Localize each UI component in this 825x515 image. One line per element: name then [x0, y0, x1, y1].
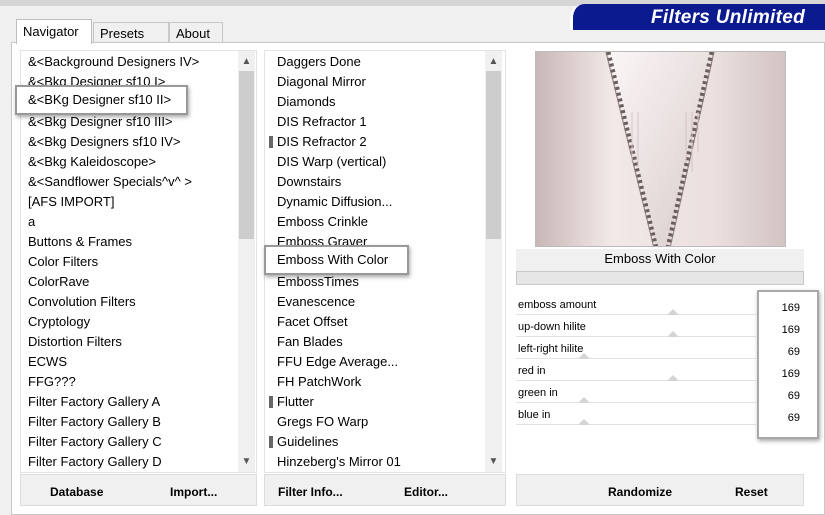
slider-track[interactable]	[516, 336, 756, 337]
category-list-item[interactable]: Filter Factory Gallery B	[28, 412, 161, 432]
reset-button[interactable]: Reset	[735, 485, 768, 499]
filter-list-item[interactable]: Evanescence	[277, 292, 355, 312]
scroll-up-icon[interactable]: ▲	[485, 53, 502, 70]
category-list-item[interactable]: FFG???	[28, 372, 76, 392]
filter-list-item[interactable]: DIS Warp (vertical)	[277, 152, 386, 172]
category-scroll-thumb[interactable]	[239, 71, 254, 239]
slider-knob-icon[interactable]	[667, 309, 679, 315]
parameter-label: red in	[518, 365, 546, 377]
editor-button[interactable]: Editor...	[404, 485, 448, 499]
brand-title: Filters Unlimited	[651, 7, 805, 28]
parameter-slider[interactable]: left-right hilite	[516, 341, 756, 363]
filter-list-item[interactable]: Facet Offset	[277, 312, 348, 332]
filter-info-button[interactable]: Filter Info...	[278, 485, 343, 499]
tab-about[interactable]: About	[169, 22, 223, 43]
filter-list-item[interactable]: Fan Blades	[277, 332, 343, 352]
parameter-slider[interactable]: up-down hilite	[516, 319, 756, 341]
parameter-label: blue in	[518, 409, 551, 421]
filter-list-item[interactable]: DIS Refractor 2	[277, 132, 367, 152]
parameter-slider[interactable]: green in	[516, 385, 756, 407]
category-list-item[interactable]: ECWS	[28, 352, 67, 372]
category-list-item[interactable]: Buttons & Frames	[28, 232, 132, 252]
tab-presets[interactable]: Presets	[93, 22, 169, 43]
filter-scrollbar[interactable]: ▲ ▼	[485, 51, 502, 472]
tab-navigator[interactable]: Navigator	[16, 19, 92, 44]
category-list-item[interactable]: &<Background Designers IV>	[28, 52, 199, 72]
parameter-label: up-down hilite	[518, 321, 586, 333]
slider-knob-icon[interactable]	[667, 331, 679, 337]
category-list-item[interactable]: Filter Factory Gallery D	[28, 452, 162, 472]
category-list-item[interactable]: &<Sandflower Specials^v^ >	[28, 172, 192, 192]
filter-list-item[interactable]: FFU Edge Average...	[277, 352, 398, 372]
category-list-item[interactable]: [AFS IMPORT]	[28, 192, 114, 212]
filter-list-item[interactable]: Guidelines	[277, 432, 338, 452]
slider-track[interactable]	[516, 314, 756, 315]
parameter-slider[interactable]: red in	[516, 363, 756, 385]
category-list-item[interactable]: Filter Factory Gallery C	[28, 432, 162, 452]
parameter-value[interactable]: 69	[762, 407, 802, 429]
category-list-item[interactable]: Color Filters	[28, 252, 98, 272]
parameter-slider[interactable]: blue in	[516, 407, 756, 429]
parameter-value[interactable]: 69	[762, 385, 802, 407]
selected-filter-highlight[interactable]: Emboss With Color	[264, 245, 409, 275]
parameter-label: green in	[518, 387, 558, 399]
parameter-slider[interactable]: emboss amount	[516, 297, 756, 319]
parameter-label: emboss amount	[518, 299, 597, 311]
parameter-value[interactable]: 169	[762, 363, 802, 385]
filter-list-item[interactable]: Emboss Crinkle	[277, 212, 368, 232]
category-marker-icon	[269, 436, 273, 448]
filter-list-item[interactable]: Gregs FO Warp	[277, 412, 368, 432]
filter-list-item[interactable]: Dynamic Diffusion...	[277, 192, 392, 212]
category-list-item[interactable]: Convolution Filters	[28, 292, 136, 312]
filter-list-item[interactable]: Diagonal Mirror	[277, 72, 366, 92]
progress-bar	[516, 271, 804, 285]
preview-emboss-image	[536, 52, 785, 246]
slider-knob-icon[interactable]	[578, 397, 590, 403]
category-marker-icon	[269, 396, 273, 408]
scroll-down-icon[interactable]: ▼	[485, 453, 502, 470]
scroll-up-icon[interactable]: ▲	[238, 53, 255, 70]
slider-knob-icon[interactable]	[578, 419, 590, 425]
filter-list-item[interactable]: Hinzeberg's Mirror 01	[277, 452, 401, 472]
selected-category-highlight[interactable]: &<BKg Designer sf10 II>	[15, 85, 188, 115]
filter-list-item[interactable]: DIS Refractor 1	[277, 112, 367, 132]
category-scrollbar[interactable]: ▲ ▼	[238, 51, 255, 472]
filter-scroll-thumb[interactable]	[486, 71, 501, 239]
slider-track[interactable]	[516, 380, 756, 381]
parameter-value[interactable]: 169	[762, 319, 802, 341]
filter-list-item[interactable]: Daggers Done	[277, 52, 361, 72]
slider-track[interactable]	[516, 358, 756, 359]
preview-image[interactable]	[535, 51, 786, 247]
category-list-item[interactable]: Cryptology	[28, 312, 90, 332]
category-list-item[interactable]: &<Bkg Designers sf10 IV>	[28, 132, 180, 152]
category-list-item[interactable]: Filter Factory Gallery A	[28, 392, 160, 412]
slider-knob-icon[interactable]	[667, 375, 679, 381]
category-list-item[interactable]: &<Bkg Designer sf10 III>	[28, 112, 173, 132]
category-list-item[interactable]: ColorRave	[28, 272, 89, 292]
filter-list-item[interactable]: Downstairs	[277, 172, 341, 192]
slider-track[interactable]	[516, 424, 756, 425]
slider-knob-icon[interactable]	[578, 353, 590, 359]
slider-track[interactable]	[516, 402, 756, 403]
filter-list-item[interactable]: FH PatchWork	[277, 372, 361, 392]
randomize-button[interactable]: Randomize	[608, 485, 672, 499]
category-list-item[interactable]: &<Bkg Kaleidoscope>	[28, 152, 156, 172]
selected-category-label: &<BKg Designer sf10 II>	[28, 92, 172, 107]
category-marker-icon	[269, 136, 273, 148]
parameter-label: left-right hilite	[518, 343, 584, 355]
selected-filter-label: Emboss With Color	[277, 252, 389, 267]
scroll-down-icon[interactable]: ▼	[238, 453, 255, 470]
brand-banner: Filters Unlimited	[570, 4, 825, 30]
parameter-value[interactable]: 169	[762, 297, 802, 319]
database-button[interactable]: Database	[50, 485, 103, 499]
parameter-value[interactable]: 69	[762, 341, 802, 363]
filter-list-item[interactable]: Flutter	[277, 392, 314, 412]
category-list-item[interactable]: Distortion Filters	[28, 332, 122, 352]
filter-list-item[interactable]: EmbossTimes	[277, 272, 359, 292]
filter-list-item[interactable]: Diamonds	[277, 92, 336, 112]
filter-name-display: Emboss With Color	[516, 249, 804, 271]
import-button[interactable]: Import...	[170, 485, 217, 499]
category-list-item[interactable]: a	[28, 212, 35, 232]
